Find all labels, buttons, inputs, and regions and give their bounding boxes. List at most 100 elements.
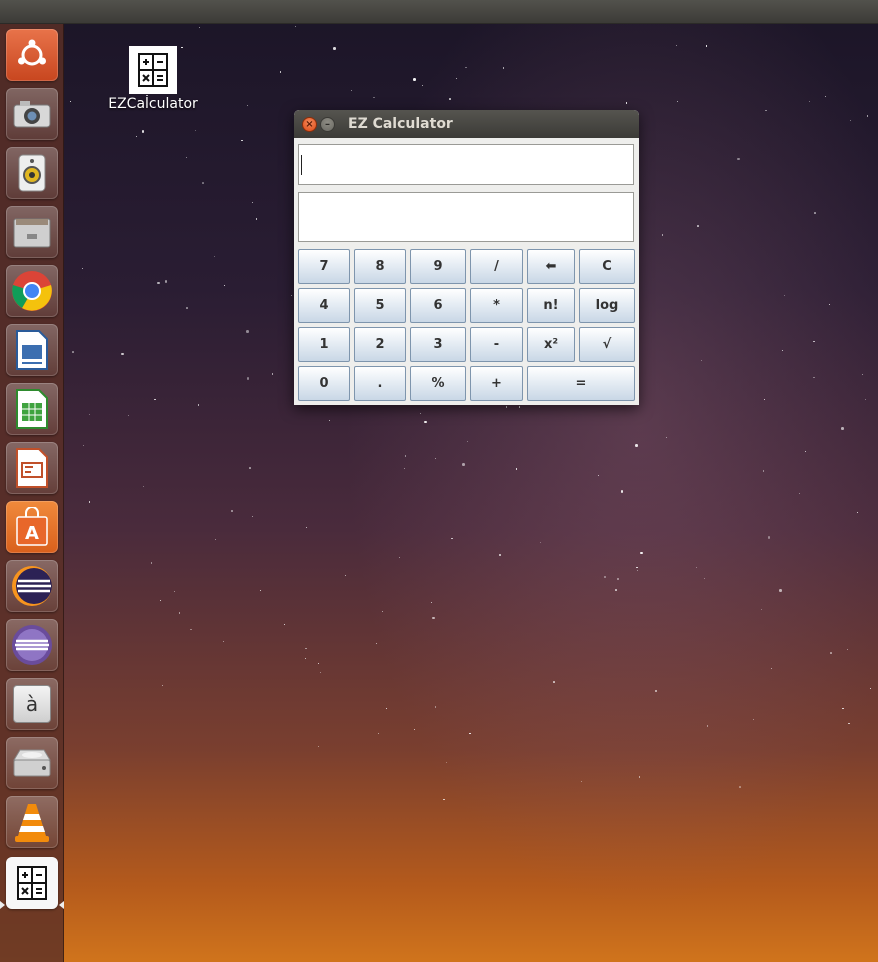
star [222,641,224,643]
text-caret [301,155,302,175]
star [539,541,542,544]
shotwell-camera-icon[interactable] [6,88,58,140]
star [198,26,201,29]
launcher: A à [0,24,64,962]
result-display[interactable] [298,192,634,242]
digit-9-button[interactable]: 9 [410,249,466,284]
star [864,398,866,400]
star [469,732,471,735]
star [246,377,250,380]
star [328,419,330,421]
star [553,681,555,683]
star [518,406,521,408]
star [498,553,502,557]
equals-button[interactable]: = [527,366,635,401]
star [413,728,415,730]
star [195,130,197,132]
backspace-button[interactable]: ⬅ [527,249,575,284]
star [305,526,307,528]
star [640,551,643,555]
star [344,574,346,576]
star [869,687,871,689]
star [382,611,384,613]
window-title: EZ Calculator [348,116,453,132]
star [813,340,815,343]
libreoffice-calc-icon[interactable] [6,383,58,435]
eclipse-alt-icon[interactable] [6,619,58,671]
desktop-icon-ezcalculator[interactable]: EZCalculator [104,46,202,112]
vlc-cone-icon[interactable] [6,796,58,848]
star [271,373,274,375]
window-titlebar[interactable]: × – EZ Calculator [294,110,639,138]
star [783,294,786,297]
star [190,628,192,631]
factorial-button[interactable]: n! [527,288,575,323]
ezcalculator-icon[interactable] [6,857,58,909]
star [706,725,709,727]
multiply-button[interactable]: * [470,288,523,323]
star [697,225,699,227]
star [866,115,869,117]
clear-button[interactable]: C [579,249,635,284]
close-window-button[interactable]: × [302,117,317,132]
star [350,89,353,92]
star [157,281,160,285]
star [251,515,253,517]
log-button[interactable]: log [579,288,635,323]
star [430,602,432,604]
eclipse-icon[interactable] [6,560,58,612]
star [753,719,755,721]
star [136,136,138,138]
star [451,537,453,540]
star [636,566,638,569]
star [849,120,851,122]
star [186,307,188,309]
launcher-active-indicator-right [59,901,64,909]
ubuntu-dash-icon[interactable] [6,29,58,81]
files-cabinet-icon[interactable] [6,206,58,258]
digit-6-button[interactable]: 6 [410,288,466,323]
star [625,102,628,104]
digit-4-button[interactable]: 4 [298,288,350,323]
decimal-button[interactable]: . [354,366,406,401]
star [81,267,84,270]
star [434,457,437,460]
star [805,451,807,453]
percent-button[interactable]: % [410,366,466,401]
star [814,212,816,214]
software-center-icon[interactable]: A [6,501,58,553]
digit-0-button[interactable]: 0 [298,366,350,401]
libreoffice-impress-icon[interactable] [6,442,58,494]
digit-5-button[interactable]: 5 [354,288,406,323]
digit-3-button[interactable]: 3 [410,327,466,362]
chrome-icon[interactable] [6,265,58,317]
star [154,398,156,401]
star [666,437,668,439]
square-button[interactable]: x² [527,327,575,362]
star [295,26,297,28]
digit-7-button[interactable]: 7 [298,249,350,284]
star [445,761,447,763]
subtract-button[interactable]: - [470,327,523,362]
add-button[interactable]: + [470,366,523,401]
star [420,412,422,414]
star [856,511,859,514]
disk-drive-icon[interactable] [6,737,58,789]
rhythmbox-speaker-icon[interactable] [6,147,58,199]
star [399,557,401,559]
star [767,536,771,539]
star [214,538,216,540]
digit-1-button[interactable]: 1 [298,327,350,362]
star [829,304,831,306]
minimize-window-button[interactable]: – [320,117,335,132]
libreoffice-writer-icon[interactable] [6,324,58,376]
digit-2-button[interactable]: 2 [354,327,406,362]
star [635,444,638,447]
star [375,642,377,644]
star [737,157,740,161]
sqrt-button[interactable]: √ [579,327,635,362]
character-map-icon[interactable]: à [6,678,58,730]
digit-8-button[interactable]: 8 [354,249,406,284]
divide-button[interactable]: / [470,249,523,284]
expression-input[interactable] [298,144,634,185]
